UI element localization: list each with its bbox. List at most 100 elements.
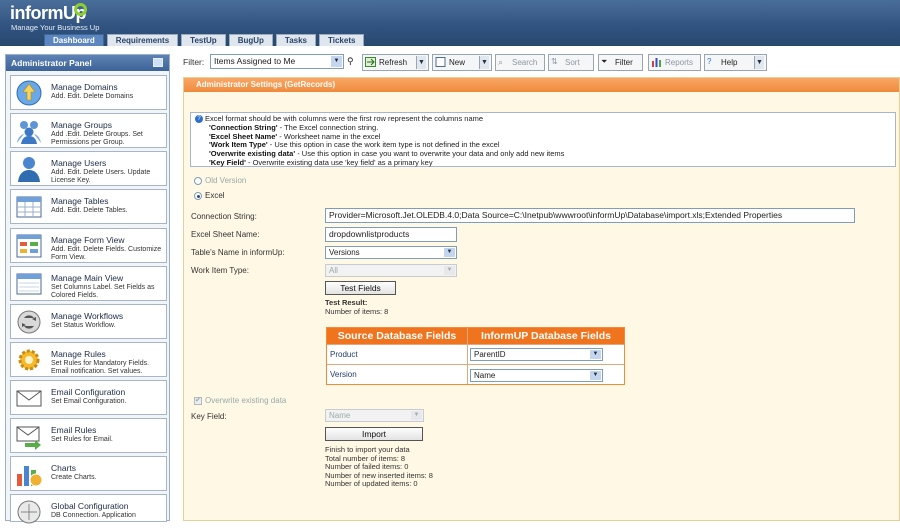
- test-result-value: Number of items: 8: [325, 307, 389, 316]
- target-field-select[interactable]: Name ▼: [470, 369, 603, 382]
- binoculars-icon[interactable]: ⚲: [347, 56, 354, 67]
- sidebar-item-manage-main-view[interactable]: Manage Main View Set Columns Label. Set F…: [10, 266, 167, 301]
- import-result-line: Number of updated items: 0: [325, 479, 418, 488]
- sidebar-item-desc: Add. Edit. Delete Domains: [51, 93, 134, 100]
- key-field-value: Name: [329, 411, 351, 420]
- tab-tickets[interactable]: Tickets: [319, 34, 365, 46]
- sidebar-item-manage-tables[interactable]: Manage Tables Add. Edit. Delete Tables.: [10, 189, 167, 224]
- table-name-value: Versions: [329, 248, 360, 257]
- info-line-text: - Worksheet name in the excel: [277, 131, 381, 141]
- sidebar-item-manage-domains[interactable]: Manage Domains Add. Edit. Delete Domains: [10, 75, 167, 110]
- excel-radio[interactable]: [194, 192, 202, 200]
- tab-tasks[interactable]: Tasks: [275, 34, 316, 46]
- sidebar-item-manage-groups[interactable]: Manage Groups Add .Edit. Delete Groups. S…: [10, 113, 167, 148]
- old-version-radio[interactable]: [194, 177, 202, 185]
- sidebar-item-desc: Set Columns Label. Set Fields as Colored…: [51, 284, 155, 299]
- table-icon: [15, 193, 43, 221]
- sidebar-item-title: Email Configuration: [51, 387, 126, 397]
- panel-toggle-icon[interactable]: [153, 58, 163, 67]
- sidebar-item-manage-rules[interactable]: Manage Rules Set Rules for Mandatory Fiel…: [10, 342, 167, 377]
- group-icon: [15, 117, 43, 145]
- help-icon: ?: [707, 57, 712, 66]
- new-button[interactable]: New ▼: [432, 54, 492, 71]
- sidebar-item-title: Manage Users: [51, 158, 107, 168]
- table-name-label: Table's Name in informUp:: [191, 248, 285, 257]
- sidebar-item-desc: Add. Edit. Delete Fields. Customize Form…: [51, 246, 162, 261]
- filter-button[interactable]: ⏷ Filter: [598, 54, 643, 71]
- search-button[interactable]: ⌕ Search: [495, 54, 545, 71]
- sidebar-item-desc: Add .Edit. Delete Groups. Set Permission…: [51, 131, 143, 146]
- new-label: New: [449, 58, 466, 67]
- app-tagline: Manage Your Business Up: [11, 23, 100, 32]
- sidebar-item-global-configuration[interactable]: Global Configuration DB Connection. Appli…: [10, 494, 167, 524]
- sidebar-item-title: Manage Main View: [51, 273, 124, 283]
- overwrite-checkbox[interactable]: [194, 396, 202, 405]
- sidebar-item-title: Manage Tables: [51, 196, 109, 206]
- sidebar-item-email-configuration[interactable]: Email Configuration Set Email Configurati…: [10, 380, 167, 415]
- panel-header: Administrator Panel: [6, 55, 169, 71]
- sidebar-item-desc: Set Email Configuration.: [51, 398, 127, 405]
- chevron-down-icon: ▼: [590, 350, 601, 359]
- main-tabs: Dashboard Requirements TestUp BugUp Task…: [44, 34, 365, 46]
- work-item-type-value: All: [329, 266, 338, 275]
- target-field-select[interactable]: ParentID ▼: [470, 348, 603, 361]
- search-icon: ⌕: [498, 57, 504, 67]
- sidebar-item-manage-workflows[interactable]: Manage Workflows Set Status Workflow.: [10, 304, 167, 339]
- import-button[interactable]: Import: [325, 427, 423, 441]
- sidebar-item-email-rules[interactable]: Email Rules Set Rules for Email.: [10, 418, 167, 453]
- chevron-down-icon: ▼: [590, 371, 601, 380]
- help-button[interactable]: ? Help ▼: [704, 54, 767, 71]
- global-config-icon: [15, 498, 43, 526]
- info-line-key: 'Excel Sheet Name': [209, 131, 278, 141]
- table-name-select[interactable]: Versions ▼: [325, 246, 457, 259]
- chevron-down-icon[interactable]: ▼: [416, 56, 426, 69]
- search-label: Search: [512, 58, 538, 67]
- chevron-down-icon: ▼: [444, 266, 455, 275]
- new-document-icon: [435, 57, 446, 67]
- tab-dashboard[interactable]: Dashboard: [44, 34, 104, 46]
- key-field-select[interactable]: Name ▼: [325, 409, 424, 422]
- sidebar-item-charts[interactable]: Charts Create Charts.: [10, 456, 167, 491]
- funnel-icon: ⏷: [601, 57, 608, 66]
- chevron-down-icon[interactable]: ▼: [479, 56, 489, 69]
- excel-label: Excel: [205, 191, 225, 200]
- table-row: Product ParentID ▼: [327, 344, 624, 364]
- toolbar: Filter: Items Assigned to Me ▼ ⚲ Refresh ▼…: [183, 54, 900, 72]
- administrator-panel: Administrator Panel Manage Domains Add. E…: [5, 54, 170, 524]
- target-fields-header: InformUP Database Fields: [468, 328, 624, 344]
- work-item-type-label: Work Item Type:: [191, 266, 249, 275]
- tab-testup[interactable]: TestUp: [181, 34, 226, 46]
- work-item-type-select[interactable]: All ▼: [325, 264, 457, 277]
- source-field: Product: [330, 350, 358, 359]
- info-intro: Excel format should be with columns were…: [205, 114, 484, 123]
- connection-string-input[interactable]: Provider=Microsoft.Jet.OLEDB.4.0;Data So…: [325, 208, 855, 223]
- sidebar-item-title: Global Configuration: [51, 501, 129, 511]
- chart-icon: [15, 460, 43, 488]
- user-icon: [15, 155, 43, 183]
- sidebar-item-title: Manage Domains: [51, 82, 118, 92]
- tab-requirements[interactable]: Requirements: [106, 34, 179, 46]
- sidebar-item-manage-form-view[interactable]: Manage Form View Add. Edit. Delete Fields…: [10, 228, 167, 263]
- sidebar-item-desc: Add. Edit. Delete Users. Update License …: [51, 169, 151, 184]
- sort-button[interactable]: ⇅ Sort: [548, 54, 594, 71]
- sidebar-item-manage-users[interactable]: Manage Users Add. Edit. Delete Users. Upd…: [10, 151, 167, 186]
- sidebar-item-desc: Set Rules for Email.: [51, 436, 113, 443]
- refresh-button[interactable]: Refresh ▼: [362, 54, 429, 71]
- field-mapping-table: Source Database Fields InformUP Database…: [326, 327, 625, 385]
- form-icon: [15, 232, 43, 260]
- chevron-down-icon: ▼: [411, 411, 422, 420]
- administrator-settings-panel: Administrator Settings (GetRecords) ? Exc…: [183, 77, 900, 521]
- chevron-down-icon[interactable]: ▼: [754, 56, 764, 69]
- tab-bugup[interactable]: BugUp: [228, 34, 273, 46]
- filter-select[interactable]: Items Assigned to Me ▼: [210, 54, 344, 69]
- source-fields-header: Source Database Fields: [327, 328, 467, 344]
- info-icon: ?: [195, 115, 203, 124]
- reports-button[interactable]: Reports: [648, 54, 701, 71]
- app-header: informUp Manage Your Business Up Dashboa…: [0, 0, 900, 46]
- test-fields-button[interactable]: Test Fields: [325, 281, 396, 295]
- sheet-name-label: Excel Sheet Name:: [191, 230, 260, 239]
- sidebar-item-title: Manage Rules: [51, 349, 106, 359]
- sheet-name-input[interactable]: dropdownlistproducts: [325, 227, 457, 242]
- workflow-icon: [15, 308, 43, 336]
- connection-string-label: Connection String:: [191, 212, 257, 221]
